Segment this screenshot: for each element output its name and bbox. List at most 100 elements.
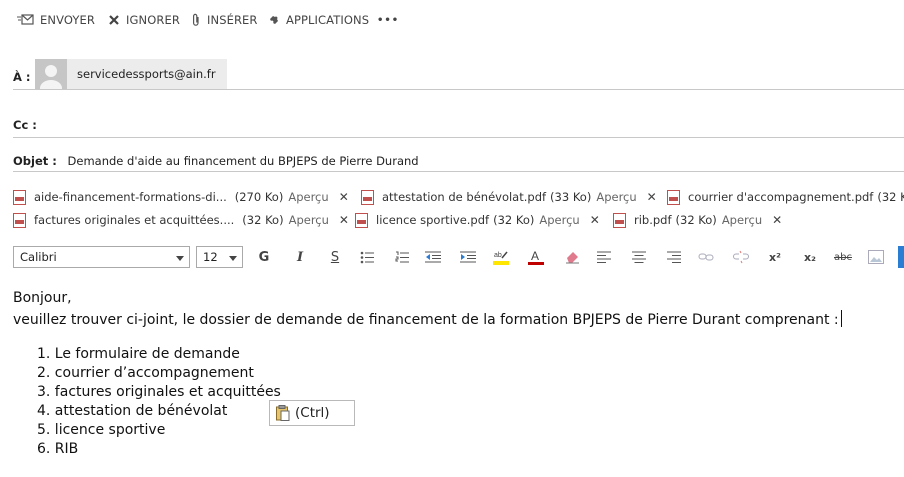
list-item: 5. licence sportive: [37, 422, 166, 438]
subject-label: Objet :: [13, 154, 57, 168]
remove-attachment-icon[interactable]: ✕: [339, 190, 349, 204]
italic-button[interactable]: I: [292, 249, 308, 265]
send-button[interactable]: ENVOYER: [17, 12, 95, 28]
attachment-name: aide-financement-formations-di...: [34, 190, 227, 204]
svg-text:A: A: [531, 249, 539, 263]
pdf-file-icon: [355, 212, 368, 228]
subject-field[interactable]: Demande d'aide au financement du BPJEPS …: [68, 154, 419, 168]
preview-link[interactable]: Aperçu: [288, 190, 328, 204]
ignore-button[interactable]: IGNORER: [108, 12, 180, 28]
cc-label: Cc :: [13, 118, 37, 132]
person-icon: [35, 59, 67, 89]
preview-link[interactable]: Aperçu: [722, 213, 762, 227]
cc-divider: [13, 137, 904, 138]
attachment-item[interactable]: aide-financement-formations-di... (270 K…: [13, 189, 349, 205]
font-family-value: Calibri: [20, 250, 57, 264]
attachment-item[interactable]: courrier d'accompagnement.pdf (32 Ko): [667, 189, 904, 205]
attachment-size: (32 Ko): [877, 190, 904, 204]
applications-label: APPLICATIONS: [286, 13, 370, 27]
command-bar: ENVOYER IGNORER INSÉRER APPLICATIONS •••: [0, 0, 904, 38]
paste-options-button[interactable]: (Ctrl): [269, 400, 355, 426]
pdf-file-icon: [13, 189, 26, 205]
more-icon: •••: [377, 14, 400, 26]
font-size-select[interactable]: 12: [196, 246, 243, 268]
highlighter-icon: ab: [493, 251, 509, 265]
decrease-indent-button[interactable]: [425, 249, 441, 265]
align-left-icon: [597, 251, 611, 263]
text-cursor: [840, 310, 842, 327]
attachment-item[interactable]: factures originales et acquittées.... (3…: [13, 212, 349, 228]
italic-icon: I: [296, 249, 304, 265]
bold-button[interactable]: G: [256, 249, 272, 265]
align-center-button[interactable]: [631, 249, 647, 265]
preview-link[interactable]: Aperçu: [539, 213, 579, 227]
bullet-list-button[interactable]: [359, 249, 375, 265]
attachment-item[interactable]: rib.pdf (32 Ko) Aperçu ✕: [613, 212, 782, 228]
applications-button[interactable]: APPLICATIONS: [268, 12, 369, 28]
font-family-select[interactable]: Calibri: [13, 246, 190, 268]
align-right-icon: [667, 251, 681, 263]
bold-icon: G: [258, 249, 270, 265]
remove-attachment-icon[interactable]: ✕: [590, 213, 600, 227]
cc-row[interactable]: Cc :: [13, 114, 904, 133]
remove-attachment-icon[interactable]: ✕: [647, 190, 657, 204]
underline-icon: S: [330, 249, 340, 265]
numbered-list-icon: [395, 251, 409, 262]
eraser-icon: [566, 252, 579, 264]
remove-attachment-icon[interactable]: ✕: [772, 213, 782, 227]
attachment-size: (270 Ko): [234, 190, 284, 204]
attachment-size: (32 Ko): [493, 213, 535, 227]
attachment-name: attestation de bénévolat.pdf: [382, 190, 547, 204]
outdent-icon: [425, 251, 441, 263]
insert-picture-button[interactable]: [868, 249, 884, 265]
highlight-button[interactable]: ab: [493, 249, 509, 265]
strikethrough-button[interactable]: abc: [833, 249, 853, 265]
remove-link-button[interactable]: [733, 249, 749, 265]
increase-indent-button[interactable]: [460, 249, 476, 265]
puzzle-icon: [270, 16, 278, 24]
attachment-item[interactable]: licence sportive.pdf (32 Ko) Aperçu ✕: [355, 212, 600, 228]
link-icon: [698, 253, 714, 261]
to-label: À :: [13, 70, 31, 84]
attachment-item[interactable]: attestation de bénévolat.pdf (33 Ko) Ape…: [361, 189, 657, 205]
paperclip-icon: [193, 13, 199, 26]
indent-icon: [460, 251, 476, 263]
paste-options-label: (Ctrl): [295, 405, 330, 421]
chevron-down-icon: [176, 256, 184, 261]
attachment-name: rib.pdf: [634, 213, 672, 227]
align-left-button[interactable]: [596, 249, 612, 265]
font-size-value: 12: [203, 250, 218, 264]
send-icon: [17, 14, 34, 25]
subject-row[interactable]: Objet : Demande d'aide au financement du…: [13, 154, 904, 168]
toolbar-overflow-indicator[interactable]: [898, 246, 904, 268]
insert-link-button[interactable]: [698, 249, 714, 265]
numbered-list-button[interactable]: [394, 249, 410, 265]
align-right-button[interactable]: [666, 249, 682, 265]
body-intro[interactable]: veuillez trouver ci-joint, le dossier de…: [13, 310, 842, 328]
strikethrough-icon: abc: [834, 251, 852, 263]
more-button[interactable]: •••: [377, 12, 399, 28]
recipient-chip[interactable]: servicedessports@ain.fr: [35, 59, 227, 89]
attachment-name: factures originales et acquittées....: [34, 213, 235, 227]
svg-text:ab: ab: [494, 252, 502, 259]
attachment-name: licence sportive.pdf: [376, 213, 490, 227]
clipboard-icon: [276, 405, 290, 421]
pdf-file-icon: [667, 189, 680, 205]
superscript-icon: x²: [769, 250, 781, 264]
chevron-down-icon: [229, 256, 237, 261]
attachment-name: courrier d'accompagnement.pdf: [688, 190, 874, 204]
superscript-button[interactable]: x²: [767, 249, 783, 265]
clear-formatting-button[interactable]: [564, 249, 580, 265]
pdf-file-icon: [613, 212, 626, 228]
font-color-button[interactable]: A: [528, 249, 544, 265]
subscript-icon: x₂: [804, 250, 816, 264]
remove-attachment-icon[interactable]: ✕: [339, 213, 349, 227]
bullet-list-icon: [360, 251, 374, 263]
preview-link[interactable]: Aperçu: [596, 190, 636, 204]
underline-button[interactable]: S: [327, 249, 343, 265]
subscript-button[interactable]: x₂: [802, 249, 818, 265]
preview-link[interactable]: Aperçu: [289, 213, 329, 227]
insert-button[interactable]: INSÉRER: [191, 12, 258, 28]
send-label: ENVOYER: [40, 13, 95, 27]
close-icon: [109, 15, 119, 25]
